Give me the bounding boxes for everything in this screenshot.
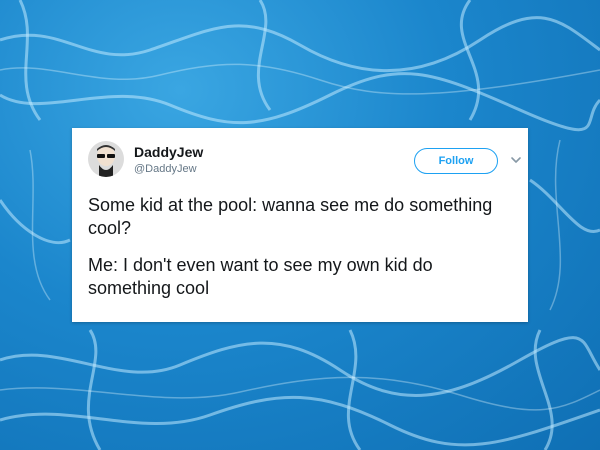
tweet-paragraph: Some kid at the pool: wanna see me do so… <box>88 195 493 238</box>
user-handle[interactable]: @DaddyJew <box>134 163 197 175</box>
tweet-text: Some kid at the pool: wanna see me do so… <box>88 194 518 314</box>
chevron-down-icon[interactable] <box>510 154 522 166</box>
avatar-photo-icon <box>88 141 124 177</box>
follow-button[interactable]: Follow <box>414 148 498 174</box>
tweet-card: DaddyJew @DaddyJew Follow Some kid at th… <box>72 128 528 322</box>
tweet-paragraph: Me: I don't even want to see my own kid … <box>88 255 433 298</box>
avatar[interactable] <box>88 141 124 177</box>
display-name[interactable]: DaddyJew <box>134 144 203 160</box>
